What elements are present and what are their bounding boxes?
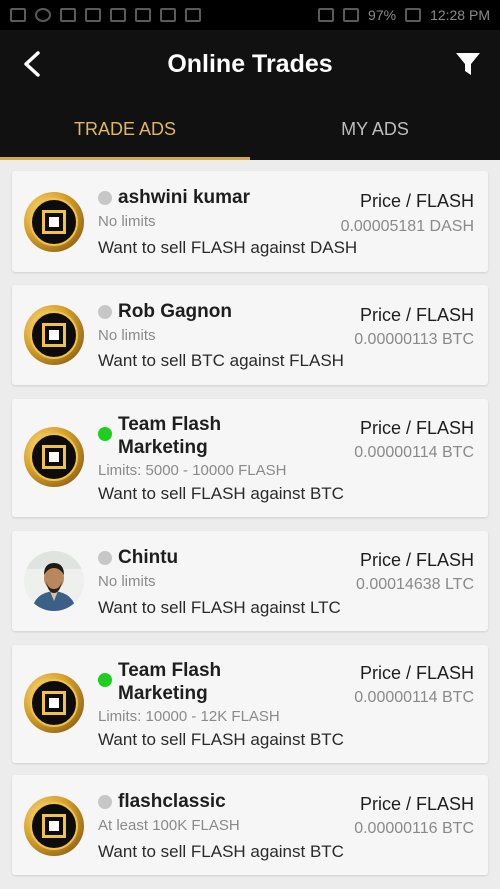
flash-coin-icon xyxy=(24,427,84,487)
price-value: 0.00000114 BTC xyxy=(354,689,474,706)
trader-name: Chintu xyxy=(118,547,179,568)
back-arrow-icon xyxy=(24,51,40,77)
trade-description: Want to sell BTC against FLASH xyxy=(98,351,344,370)
price-value: 0.00000113 BTC xyxy=(354,331,474,348)
online-status-dot xyxy=(98,427,112,441)
trade-card[interactable]: Chintu No limits Want to sell FLASH agai… xyxy=(12,531,488,631)
flash-coin-icon xyxy=(24,673,84,733)
battery-level: 97% xyxy=(368,7,397,23)
trade-card[interactable]: ashwini kumar No limits Want to sell FLA… xyxy=(12,171,488,272)
trade-card[interactable]: Team Flash Marketing Limits: 5000 - 1000… xyxy=(12,399,488,517)
trade-description: Want to sell FLASH against BTC xyxy=(98,730,344,749)
trade-description: Want to sell FLASH against BTC xyxy=(98,484,344,503)
photo-icon xyxy=(185,8,201,22)
flash-coin-icon xyxy=(24,305,84,365)
user-avatar xyxy=(24,551,84,611)
battery-icon xyxy=(405,8,422,22)
tab-trade-ads[interactable]: TRADE ADS xyxy=(0,98,250,160)
price-label: Price / FLASH xyxy=(359,663,474,683)
price-value: 0.00005181 DASH xyxy=(340,218,474,235)
price-value: 0.00014638 LTC xyxy=(355,576,474,593)
price-value: 0.00000114 BTC xyxy=(354,444,474,461)
trade-limits: Limits: 5000 - 10000 FLASH xyxy=(98,462,287,479)
offline-status-dot xyxy=(98,191,112,205)
trade-card[interactable]: Rob Gagnon No limits Want to sell BTC ag… xyxy=(12,285,488,385)
filter-button[interactable] xyxy=(446,42,490,86)
message-icon xyxy=(10,8,26,22)
trader-name: ashwini kumar xyxy=(118,187,250,208)
flash-coin-icon xyxy=(24,796,84,856)
price-label: Price / FLASH xyxy=(359,418,474,438)
volume-off-icon xyxy=(85,8,101,22)
online-status-dot xyxy=(98,673,112,687)
user-photo xyxy=(24,551,84,611)
alarm-icon xyxy=(318,8,335,22)
status-bar: 97% 12:28 PM xyxy=(0,0,500,30)
offline-status-dot xyxy=(98,795,112,809)
tab-my-ads[interactable]: MY ADS xyxy=(250,98,500,160)
price-label: Price / FLASH xyxy=(359,794,474,814)
price-label: Price / FLASH xyxy=(359,305,474,325)
trade-list: ashwini kumar No limits Want to sell FLA… xyxy=(0,160,500,889)
price-value: 0.00000116 BTC xyxy=(354,820,474,837)
trader-name: Team Flash Marketing xyxy=(118,414,222,458)
mute-icon xyxy=(60,8,76,22)
trader-name: Team Flash Marketing xyxy=(118,660,222,704)
trader-name: flashclassic xyxy=(118,791,226,812)
trade-limits: No limits xyxy=(98,213,156,230)
back-button[interactable] xyxy=(10,42,54,86)
trader-name: Rob Gagnon xyxy=(118,301,232,322)
system-icons: 97% 12:28 PM xyxy=(318,7,490,23)
price-label: Price / FLASH xyxy=(359,550,474,570)
flash-coin-icon xyxy=(24,192,84,252)
image-icon xyxy=(110,8,126,22)
trade-card[interactable]: Team Flash Marketing Limits: 10000 - 12K… xyxy=(12,645,488,763)
filter-funnel-icon xyxy=(456,53,480,75)
price-label: Price / FLASH xyxy=(359,191,474,211)
trade-description: Want to sell FLASH against BTC xyxy=(98,842,344,861)
trade-limits: No limits xyxy=(98,327,156,344)
gallery-icon xyxy=(160,8,176,22)
signal-icon xyxy=(343,8,360,22)
trade-description: Want to sell FLASH against DASH xyxy=(98,238,358,257)
page-title: Online Trades xyxy=(167,49,333,78)
notification-icons xyxy=(10,8,201,22)
clock: 12:28 PM xyxy=(430,7,490,23)
app-bar: Online Trades xyxy=(0,30,500,98)
trade-description: Want to sell FLASH against LTC xyxy=(98,598,341,617)
offline-status-dot xyxy=(98,551,112,565)
search-notification-icon xyxy=(35,8,51,22)
tab-bar: TRADE ADS MY ADS xyxy=(0,98,500,160)
trade-limits: Limits: 10000 - 12K FLASH xyxy=(98,708,280,725)
offline-status-dot xyxy=(98,305,112,319)
trade-card[interactable]: flashclassic At least 100K FLASH Want to… xyxy=(12,775,488,875)
trade-limits: No limits xyxy=(98,573,156,590)
attachment-icon xyxy=(135,8,151,22)
trade-limits: At least 100K FLASH xyxy=(98,817,240,834)
